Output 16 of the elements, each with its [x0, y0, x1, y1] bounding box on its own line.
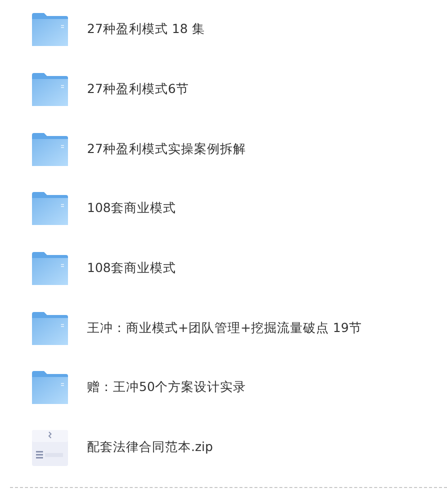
- folder-icon: [32, 252, 68, 286]
- file-name[interactable]: 108套商业模式: [87, 200, 176, 218]
- folder-icon: [32, 371, 68, 404]
- file-name[interactable]: 赠：王冲50个方案设计实录: [87, 379, 246, 396]
- folder-icon: [32, 192, 68, 226]
- folder-icon: [32, 132, 68, 166]
- file-name[interactable]: 27种盈利模式实操案例拆解: [87, 140, 246, 158]
- folder-icon: [32, 13, 68, 46]
- file-name[interactable]: 27种盈利模式6节: [87, 81, 189, 98]
- folder-icon: [32, 312, 68, 345]
- file-name[interactable]: 配套法律合同范本.zip: [87, 439, 213, 456]
- file-name[interactable]: 108套商业模式: [87, 260, 176, 278]
- folder-icon: [32, 73, 68, 106]
- archive-icon: [32, 430, 68, 466]
- file-name[interactable]: 王冲：商业模式+团队管理+挖掘流量破点 19节: [87, 320, 362, 337]
- file-name[interactable]: 27种盈利模式 18 集: [87, 21, 205, 38]
